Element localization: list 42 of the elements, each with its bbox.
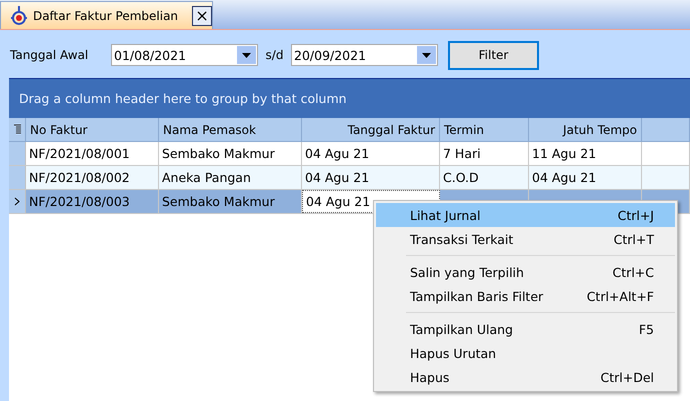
menu-item[interactable]: Salin yang Terpilih Ctrl+C <box>376 260 675 284</box>
menu-item[interactable]: Tampilkan Baris Filter Ctrl+Alt+F <box>376 284 675 308</box>
range-separator-label: s/d <box>264 48 284 62</box>
shortcut-label: Ctrl+T <box>614 232 654 246</box>
table-row[interactable]: NF/2021/08/001 Sembako Makmur 04 Agu 21 7 Hari 11 Agu 21 <box>9 142 690 166</box>
column-header[interactable]: No Faktur <box>26 118 159 141</box>
column-header[interactable]: Nama Pemasok <box>159 118 302 141</box>
filter-button[interactable]: Filter <box>448 40 539 70</box>
shortcut-label: Ctrl+Del <box>600 370 654 384</box>
end-date-field[interactable]: 20/09/2021 <box>291 44 438 66</box>
table-cell: Aneka Pangan <box>159 166 302 189</box>
table-cell: NF/2021/08/002 <box>26 166 159 189</box>
table-row[interactable]: NF/2021/08/002 Aneka Pangan 04 Agu 21 C.O.D 04 Agu 21 <box>9 166 690 190</box>
current-row-icon <box>14 197 20 206</box>
start-date-field[interactable]: 01/08/2021 <box>111 44 258 66</box>
table-cell: C.O.D <box>440 166 529 189</box>
shortcut-label: Ctrl+Alt+F <box>586 288 654 304</box>
tab-title: Daftar Faktur Pembelian <box>32 8 178 22</box>
table-cell: 04 Agu 21 <box>529 166 642 189</box>
table-cell: Sembako Makmur <box>159 142 302 165</box>
table-cell: NF/2021/08/001 <box>26 142 159 165</box>
column-header[interactable]: Jatuh Tempo <box>529 118 642 141</box>
app-logo-icon <box>11 6 27 26</box>
group-panel-hint: Drag a column header here to group by that column <box>9 79 690 118</box>
start-date-label: Tanggal Awal <box>10 48 90 62</box>
menu-item[interactable]: Tampilkan Ulang F5 <box>376 317 675 341</box>
menu-item[interactable]: Hapus Urutan <box>376 341 675 365</box>
shortcut-label: Ctrl+C <box>612 264 654 280</box>
shortcut-label: F5 <box>638 322 654 336</box>
menu-item[interactable]: Lihat Jurnal Ctrl+J <box>376 203 675 227</box>
row-indicator[interactable] <box>9 190 26 213</box>
table-cell: 7 Hari <box>440 142 529 165</box>
table-cell: 04 Agu 21 <box>302 142 440 165</box>
close-button[interactable]: × <box>192 6 212 26</box>
table-cell: 11 Agu 21 <box>529 142 642 165</box>
table-cell: NF/2021/08/003 <box>26 190 159 213</box>
column-header[interactable]: Termin <box>440 118 529 141</box>
menu-item[interactable]: Hapus Ctrl+Del <box>376 365 675 389</box>
table-cell: 04 Agu 21 <box>302 166 440 189</box>
document-tab[interactable]: Daftar Faktur Pembelian × <box>0 1 213 29</box>
menu-item[interactable]: Transaksi Terkait Ctrl+T <box>376 227 675 251</box>
column-header[interactable]: Tanggal Faktur <box>302 118 440 141</box>
